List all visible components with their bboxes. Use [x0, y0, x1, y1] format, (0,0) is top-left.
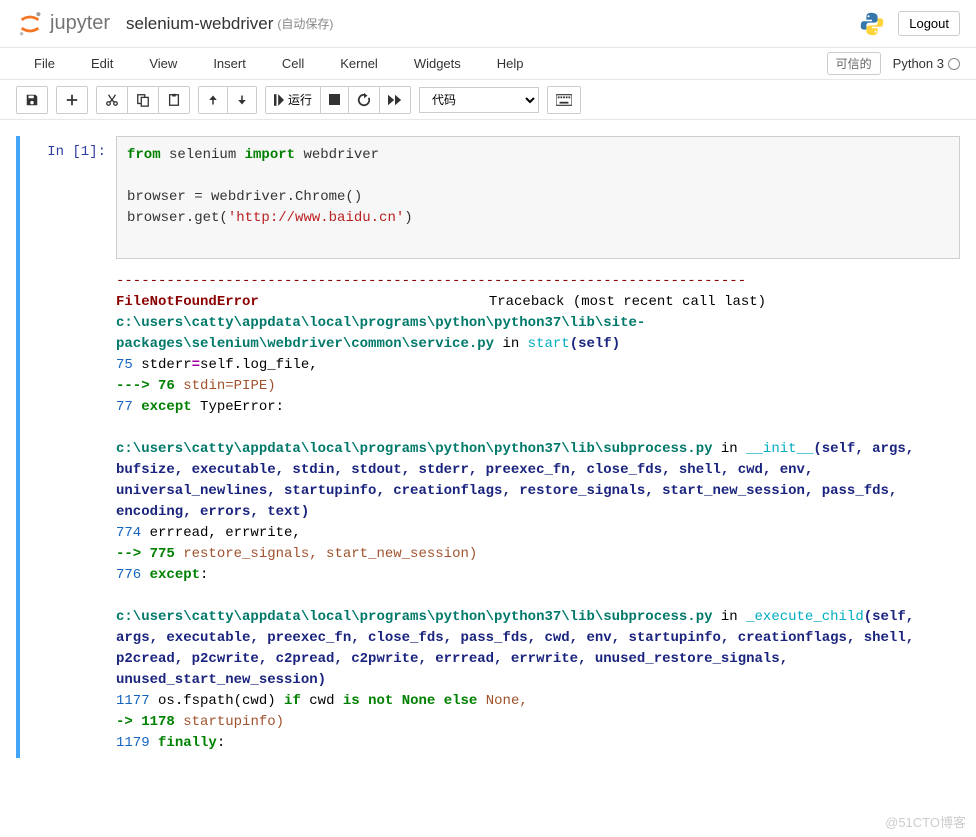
- stop-button[interactable]: [321, 87, 349, 113]
- cut-icon: [105, 93, 119, 107]
- plus-icon: [65, 93, 79, 107]
- traceback-output: ----------------------------------------…: [116, 267, 960, 758]
- logout-button[interactable]: Logout: [898, 11, 960, 36]
- arrow-up-icon: [207, 94, 219, 106]
- menu-view[interactable]: View: [131, 52, 195, 75]
- restart-icon: [357, 93, 371, 107]
- trusted-indicator[interactable]: 可信的: [827, 52, 881, 75]
- add-cell-button[interactable]: [57, 87, 87, 113]
- notebook-name[interactable]: selenium-webdriver: [126, 14, 273, 34]
- watermark: @51CTO博客: [885, 812, 966, 831]
- menu-edit[interactable]: Edit: [73, 52, 131, 75]
- kernel-status-icon: [948, 58, 960, 70]
- menu-cell[interactable]: Cell: [264, 52, 322, 75]
- code-cell[interactable]: In [1]: from selenium import webdriver b…: [16, 136, 960, 758]
- copy-button[interactable]: [128, 87, 159, 113]
- code-input[interactable]: from selenium import webdriver browser =…: [116, 136, 960, 259]
- menu-kernel[interactable]: Kernel: [322, 52, 396, 75]
- output-area: ----------------------------------------…: [26, 267, 960, 758]
- stop-icon: [329, 94, 340, 105]
- python-icon: [858, 10, 886, 38]
- fast-forward-icon: [388, 94, 402, 106]
- menu-widgets[interactable]: Widgets: [396, 52, 479, 75]
- move-down-button[interactable]: [228, 87, 256, 113]
- kernel-info[interactable]: Python 3: [893, 56, 960, 71]
- autosave-status: (自动保存): [277, 15, 333, 32]
- jupyter-icon: [16, 10, 44, 38]
- jupyter-logo[interactable]: jupyter: [16, 10, 110, 38]
- paste-button[interactable]: [159, 87, 189, 113]
- arrow-down-icon: [236, 94, 248, 106]
- cut-button[interactable]: [97, 87, 128, 113]
- menubar: File Edit View Insert Cell Kernel Widget…: [0, 48, 976, 80]
- kernel-name: Python 3: [893, 56, 944, 71]
- keyboard-icon: [556, 94, 572, 106]
- run-button[interactable]: 运行: [266, 87, 321, 113]
- brand-text: jupyter: [50, 12, 110, 35]
- fast-forward-button[interactable]: [380, 87, 410, 113]
- notebook-area: In [1]: from selenium import webdriver b…: [0, 120, 976, 758]
- restart-button[interactable]: [349, 87, 380, 113]
- cell-type-select[interactable]: 代码: [419, 87, 539, 113]
- run-label: 运行: [288, 91, 312, 108]
- copy-icon: [136, 93, 150, 107]
- menu-insert[interactable]: Insert: [195, 52, 264, 75]
- move-up-button[interactable]: [199, 87, 228, 113]
- menu-file[interactable]: File: [16, 52, 73, 75]
- input-prompt: In [1]:: [26, 136, 116, 259]
- run-icon: [274, 94, 284, 106]
- menu-help[interactable]: Help: [479, 52, 542, 75]
- paste-icon: [167, 93, 181, 107]
- save-button[interactable]: [17, 87, 47, 113]
- toolbar: 运行 代码: [0, 80, 976, 120]
- header: jupyter selenium-webdriver (自动保存) Logout: [0, 0, 976, 48]
- save-icon: [25, 93, 39, 107]
- command-palette-button[interactable]: [548, 87, 580, 113]
